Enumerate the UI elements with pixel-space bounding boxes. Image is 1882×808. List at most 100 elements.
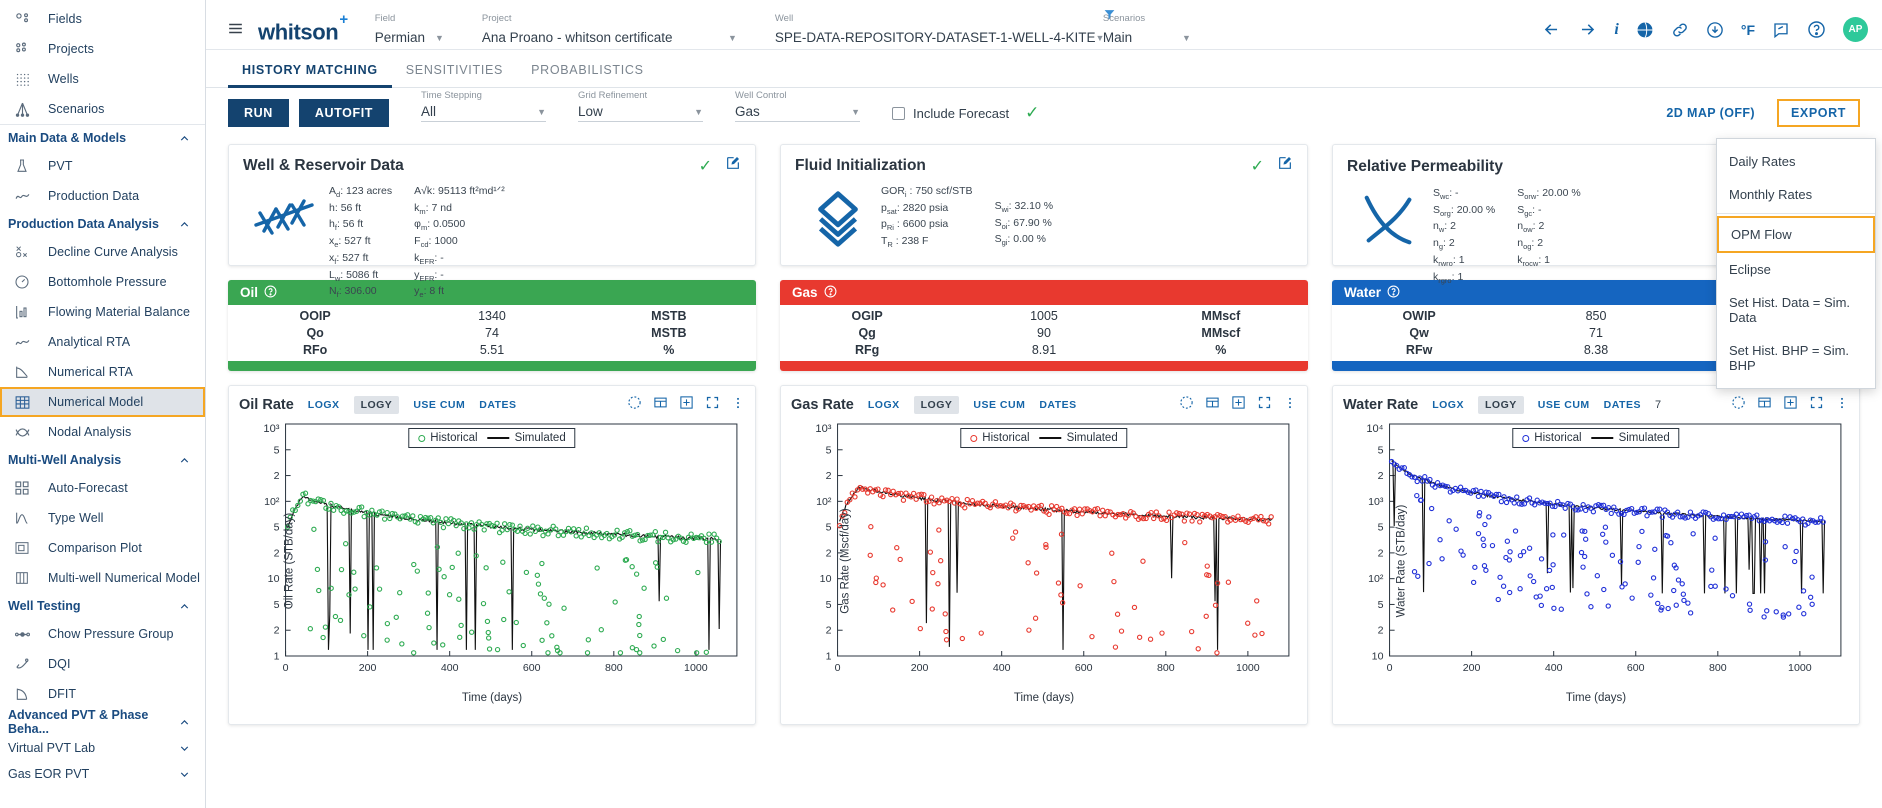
table-view-icon[interactable] bbox=[653, 395, 668, 415]
project-selector[interactable]: Project Ana Proano - whitson certificate… bbox=[482, 30, 737, 45]
sidebar-group-main-data-models[interactable]: Main Data & Models bbox=[0, 125, 205, 151]
kv-row: Swi: 32.10 % bbox=[995, 199, 1053, 216]
link-icon[interactable] bbox=[1671, 21, 1689, 39]
sidebar-group-advanced-pvt[interactable]: Advanced PVT & Phase Beha... bbox=[0, 709, 205, 735]
sidebar-group-well-testing[interactable]: Well Testing bbox=[0, 593, 205, 619]
fullscreen-icon[interactable] bbox=[1257, 395, 1272, 415]
sidebar-item-wells[interactable]: Wells bbox=[0, 64, 205, 94]
sidebar-item-type-well[interactable]: Type Well bbox=[0, 503, 205, 533]
fullscreen-icon[interactable] bbox=[705, 395, 720, 415]
table-view-icon[interactable] bbox=[1205, 395, 1220, 415]
sidebar-group-multi-well-analysis[interactable]: Multi-Well Analysis bbox=[0, 447, 205, 473]
sidebar-item-bottomhole-pressure[interactable]: Bottomhole Pressure bbox=[0, 267, 205, 297]
sidebar-item-flowing-material-balance[interactable]: Flowing Material Balance bbox=[0, 297, 205, 327]
feedback-icon[interactable] bbox=[1772, 21, 1790, 39]
fullscreen-icon[interactable] bbox=[1809, 395, 1824, 415]
lasso-select-icon[interactable] bbox=[1179, 395, 1194, 415]
sidebar-item-scenarios[interactable]: Scenarios bbox=[0, 94, 205, 124]
sidebar-item-virtual-pvt-lab[interactable]: Virtual PVT Lab bbox=[0, 735, 205, 761]
avatar[interactable]: AP bbox=[1843, 17, 1868, 42]
forward-arrow-icon[interactable] bbox=[1578, 20, 1597, 39]
edit-icon[interactable] bbox=[725, 155, 741, 176]
time-stepping-select[interactable]: Time Stepping All ▼ bbox=[421, 104, 546, 122]
chart-option-dates[interactable]: DATES bbox=[1604, 399, 1641, 411]
chart-option-logy[interactable]: LOGY bbox=[914, 396, 960, 414]
sidebar-item-label: Projects bbox=[48, 42, 94, 56]
kv-row: krocw: 1 bbox=[1517, 253, 1580, 270]
chart-option-use-cum[interactable]: USE CUM bbox=[1538, 399, 1590, 411]
sidebar: Fields Projects bbox=[0, 0, 206, 808]
more-options-icon[interactable] bbox=[731, 396, 745, 415]
more-options-icon[interactable] bbox=[1835, 396, 1849, 415]
2d-map-toggle[interactable]: 2D MAP (OFF) bbox=[1666, 106, 1755, 120]
sidebar-item-analytical-rta[interactable]: Analytical RTA bbox=[0, 327, 205, 357]
chart-option-dates[interactable]: DATES bbox=[479, 399, 516, 411]
sidebar-item-numerical-model[interactable]: Numerical Model bbox=[0, 387, 205, 417]
sidebar-item-projects[interactable]: Projects bbox=[0, 34, 205, 64]
chart-plot-area[interactable]: Historical Simulated Oil Rate (STB/day) … bbox=[239, 418, 745, 704]
menu-item-set-hist-data[interactable]: Set Hist. Data = Sim. Data bbox=[1717, 286, 1875, 334]
scenario-selector[interactable]: Scenarios Main ▼ bbox=[1103, 30, 1191, 45]
well-selector[interactable]: Well SPE-DATA-REPOSITORY-DATASET-1-WELL-… bbox=[775, 30, 1075, 45]
chart-option-logx[interactable]: LOGX bbox=[868, 399, 900, 411]
sidebar-item-dfit[interactable]: DFIT bbox=[0, 679, 205, 709]
sidebar-item-fields[interactable]: Fields bbox=[0, 4, 205, 34]
chart-title: Water Rate bbox=[1343, 397, 1418, 413]
sidebar-item-production-data[interactable]: Production Data bbox=[0, 181, 205, 211]
chart-option-logx[interactable]: LOGX bbox=[1432, 399, 1464, 411]
sidebar-item-comparison-plot[interactable]: Comparison Plot bbox=[0, 533, 205, 563]
sidebar-group-production-data-analysis[interactable]: Production Data Analysis bbox=[0, 211, 205, 237]
tab-sensitivities[interactable]: SENSITIVITIES bbox=[392, 50, 517, 88]
kv-row: Ad: 123 acres bbox=[329, 184, 392, 201]
help-icon[interactable] bbox=[824, 285, 837, 301]
sidebar-item-gas-eor-pvt[interactable]: Gas EOR PVT bbox=[0, 761, 205, 787]
run-button[interactable]: RUN bbox=[228, 99, 289, 127]
chart-option-use-cum[interactable]: USE CUM bbox=[413, 399, 465, 411]
hamburger-menu-icon[interactable] bbox=[220, 11, 250, 45]
back-arrow-icon[interactable] bbox=[1542, 20, 1561, 39]
sidebar-item-chow-pressure-group[interactable]: Chow Pressure Group bbox=[0, 619, 205, 649]
reset-axes-icon[interactable] bbox=[679, 395, 694, 415]
menu-item-opm-flow[interactable]: OPM Flow bbox=[1717, 216, 1875, 253]
edit-icon[interactable] bbox=[1277, 155, 1293, 176]
chart-plot-area[interactable]: Historical Simulated Water Rate (STB/day… bbox=[1343, 418, 1849, 704]
globe-icon[interactable] bbox=[1636, 21, 1654, 39]
chart-option-logx[interactable]: LOGX bbox=[308, 399, 340, 411]
temperature-f-icon[interactable]: °F bbox=[1741, 22, 1755, 38]
download-icon[interactable] bbox=[1706, 21, 1724, 39]
menu-item-monthly-rates[interactable]: Monthly Rates bbox=[1717, 178, 1875, 211]
more-options-icon[interactable] bbox=[1283, 396, 1297, 415]
table-view-icon[interactable] bbox=[1757, 395, 1772, 415]
chart-oil-rate: Oil Rate LOGX LOGY USE CUM DATES bbox=[228, 385, 756, 725]
sidebar-item-multi-well-numerical-model[interactable]: Multi-well Numerical Model bbox=[0, 563, 205, 593]
menu-item-eclipse[interactable]: Eclipse bbox=[1717, 253, 1875, 286]
sidebar-item-nodal-analysis[interactable]: Nodal Analysis bbox=[0, 417, 205, 447]
sidebar-item-dqi[interactable]: DQI bbox=[0, 649, 205, 679]
well-control-select[interactable]: Well Control Gas ▼ bbox=[735, 104, 860, 122]
sidebar-item-numerical-rta[interactable]: Numerical RTA bbox=[0, 357, 205, 387]
sidebar-item-pvt[interactable]: PVT bbox=[0, 151, 205, 181]
grid-refinement-select[interactable]: Grid Refinement Low ▼ bbox=[578, 104, 703, 122]
chart-option-logy[interactable]: LOGY bbox=[354, 396, 400, 414]
lasso-select-icon[interactable] bbox=[1731, 395, 1746, 415]
menu-item-daily-rates[interactable]: Daily Rates bbox=[1717, 145, 1875, 178]
chart-plot-area[interactable]: Historical Simulated Gas Rate (Mscf/day)… bbox=[791, 418, 1297, 704]
include-forecast-checkbox[interactable]: Include Forecast bbox=[892, 106, 1009, 121]
autofit-button[interactable]: AUTOFIT bbox=[299, 99, 389, 127]
lasso-select-icon[interactable] bbox=[627, 395, 642, 415]
sidebar-item-auto-forecast[interactable]: Auto-Forecast bbox=[0, 473, 205, 503]
info-icon[interactable]: i bbox=[1614, 21, 1618, 39]
reset-axes-icon[interactable] bbox=[1231, 395, 1246, 415]
tab-probabilistics[interactable]: PROBABILISTICS bbox=[517, 50, 658, 88]
reset-axes-icon[interactable] bbox=[1783, 395, 1798, 415]
sidebar-item-decline-curve-analysis[interactable]: Decline Curve Analysis bbox=[0, 237, 205, 267]
chart-option-dates[interactable]: DATES bbox=[1039, 399, 1076, 411]
help-icon[interactable] bbox=[1807, 20, 1826, 39]
help-icon[interactable] bbox=[1387, 285, 1400, 301]
menu-item-set-hist-bhp[interactable]: Set Hist. BHP = Sim. BHP bbox=[1717, 334, 1875, 382]
tab-history-matching[interactable]: HISTORY MATCHING bbox=[228, 50, 392, 88]
field-selector[interactable]: Field Permian ▼ bbox=[375, 30, 444, 45]
chart-option-logy[interactable]: LOGY bbox=[1478, 396, 1524, 414]
export-button[interactable]: EXPORT bbox=[1777, 99, 1860, 127]
chart-option-use-cum[interactable]: USE CUM bbox=[973, 399, 1025, 411]
